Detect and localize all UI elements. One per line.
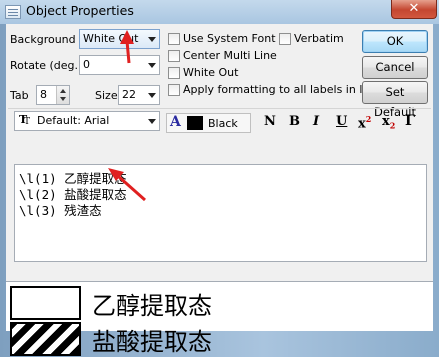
arrow-to-background	[120, 30, 134, 64]
annotation-arrows	[108, 30, 146, 202]
arrow-to-editor	[108, 168, 146, 202]
